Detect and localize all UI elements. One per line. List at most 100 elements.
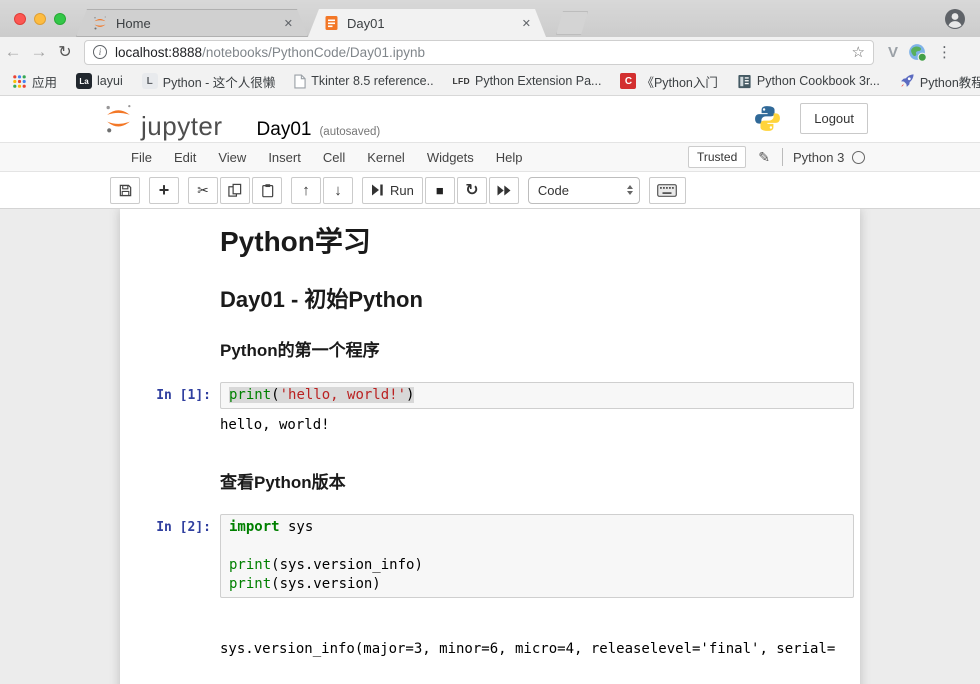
code-cell-1: In [1]: print('hello, world!') — [120, 382, 860, 409]
restart-kernel-button[interactable]: ↻ — [457, 177, 487, 204]
tab-home-close-icon[interactable]: ✕ — [281, 15, 296, 32]
book-icon — [737, 74, 752, 89]
page-icon — [294, 74, 306, 89]
menu-kernel[interactable]: Kernel — [356, 150, 416, 165]
run-cell-button[interactable]: Run — [362, 177, 423, 204]
cell-1-output: hello, world! — [220, 416, 860, 435]
clipboard-icon — [260, 183, 275, 198]
code-editor-2[interactable]: import sys print(sys.version_info) print… — [220, 514, 854, 598]
cut-cell-button[interactable]: ✂ — [188, 177, 218, 204]
move-cell-down-button[interactable]: ↓ — [323, 177, 353, 204]
bookmark-layui[interactable]: La layui — [76, 73, 123, 89]
logout-button[interactable]: Logout — [800, 103, 868, 134]
chrome-menu-icon[interactable]: ⋮ — [937, 43, 952, 61]
kernel-name: Python 3 — [793, 150, 844, 165]
notebook-toolbar: + ✂ ↑ ↓ Run ■ ↻ — [0, 172, 980, 209]
copy-cell-button[interactable] — [220, 177, 250, 204]
trusted-button[interactable]: Trusted — [688, 146, 746, 168]
extension-v-icon[interactable]: V — [888, 44, 898, 61]
bookmark-python-tutorial[interactable]: Python教程 — [899, 72, 980, 91]
menu-insert[interactable]: Insert — [257, 150, 312, 165]
tab-day01-label: Day01 — [347, 16, 519, 31]
markdown-heading-2: Day01 - 初始Python — [220, 282, 860, 314]
new-tab-button[interactable] — [556, 11, 588, 35]
bookmark-python-extension[interactable]: LFD Python Extension Pa... — [453, 74, 602, 88]
restart-run-all-button[interactable] — [489, 177, 519, 204]
command-palette-button[interactable] — [649, 177, 686, 204]
floppy-icon — [118, 183, 133, 198]
code-editor-1[interactable]: print('hello, world!') — [220, 382, 854, 409]
paste-cell-button[interactable] — [252, 177, 282, 204]
restart-icon: ↻ — [465, 180, 478, 200]
edit-mode-pencil-icon: ✎ — [758, 149, 770, 166]
jupyter-favicon — [92, 15, 108, 31]
input-prompt-2: In [2]: — [120, 514, 220, 598]
tab-day01-close-icon[interactable]: ✕ — [519, 15, 534, 32]
jupyter-header: jupyter Day01 (autosaved) Logout — [0, 96, 980, 142]
jupyter-brand-text[interactable]: jupyter — [141, 111, 223, 142]
minimize-window-button[interactable] — [34, 13, 46, 25]
menu-file[interactable]: File — [120, 150, 163, 165]
reload-icon[interactable]: ↻ — [52, 42, 78, 62]
profile-avatar-icon[interactable] — [944, 8, 966, 30]
notebook-title[interactable]: Day01 — [257, 119, 312, 141]
cell-2-output: sys.version_info(major=3, minor=6, micro… — [220, 603, 860, 684]
bookmarks-bar: 应用 La layui L Python - 这个人很懒 Tkinter 8.5… — [0, 67, 980, 96]
notebook-scroll-area[interactable]: Python学习 Day01 - 初始Python Python的第一个程序 I… — [0, 209, 980, 684]
address-bar[interactable]: i localhost:8888/notebooks/PythonCode/Da… — [84, 40, 874, 65]
extension-globe-icon[interactable] — [908, 43, 927, 62]
save-button[interactable] — [110, 177, 140, 204]
forward-icon[interactable]: → — [26, 42, 52, 62]
step-forward-icon — [371, 184, 384, 196]
copy-icon — [227, 183, 243, 198]
markdown-heading-3: Python的第一个程序 — [220, 336, 860, 361]
notebook-favicon — [324, 15, 339, 31]
bookmark-star-icon[interactable]: ☆ — [852, 43, 865, 61]
page-info-icon[interactable]: i — [93, 45, 107, 59]
menu-help[interactable]: Help — [485, 150, 534, 165]
insert-cell-button[interactable]: + — [149, 177, 179, 204]
close-window-button[interactable] — [14, 13, 26, 25]
layui-badge-icon: La — [76, 73, 92, 89]
tab-day01[interactable]: Day01 ✕ — [308, 9, 546, 37]
markdown-heading-4: 查看Python版本 — [220, 468, 860, 493]
notebook-menubar: File Edit View Insert Cell Kernel Widget… — [0, 142, 980, 172]
cell-type-select[interactable]: Code — [528, 177, 640, 204]
jupyter-logo-icon[interactable] — [102, 102, 135, 135]
notebook-page: Python学习 Day01 - 初始Python Python的第一个程序 I… — [120, 209, 860, 684]
bookmark-apps[interactable]: 应用 — [12, 72, 57, 91]
plus-icon: + — [159, 181, 170, 199]
code-cell-2: In [2]: import sys print(sys.version_inf… — [120, 514, 860, 598]
lfd-badge-icon: LFD — [453, 76, 470, 86]
bookmark-python-blog[interactable]: L Python - 这个人很懒 — [142, 72, 276, 91]
menu-cell[interactable]: Cell — [312, 150, 356, 165]
zoom-window-button[interactable] — [54, 13, 66, 25]
autosave-status: (autosaved) — [319, 126, 380, 138]
menu-view[interactable]: View — [207, 150, 257, 165]
apps-grid-icon — [12, 74, 27, 89]
menu-edit[interactable]: Edit — [163, 150, 207, 165]
letter-l-badge-icon: L — [142, 73, 158, 89]
python-logo-icon — [753, 104, 782, 133]
input-prompt-1: In [1]: — [120, 382, 220, 409]
arrow-up-icon: ↑ — [302, 182, 310, 199]
stop-icon: ■ — [436, 184, 444, 197]
tab-home[interactable]: Home ✕ — [76, 9, 308, 37]
bookmark-cookbook[interactable]: Python Cookbook 3r... — [737, 74, 880, 89]
arrow-down-icon: ↓ — [334, 182, 342, 199]
move-cell-up-button[interactable]: ↑ — [291, 177, 321, 204]
kernel-idle-indicator — [852, 151, 865, 164]
interrupt-kernel-button[interactable]: ■ — [425, 177, 455, 204]
c-badge-icon: C — [620, 73, 636, 89]
bookmark-python-intro[interactable]: C 《Python入门 — [620, 72, 717, 91]
url-host: localhost:8888 — [115, 45, 202, 60]
tab-home-label: Home — [116, 16, 281, 31]
back-icon[interactable]: ← — [0, 42, 26, 62]
browser-toolbar: ← → ↻ i localhost:8888/notebooks/PythonC… — [0, 37, 980, 67]
fast-forward-icon — [497, 185, 511, 196]
menu-widgets[interactable]: Widgets — [416, 150, 485, 165]
bookmark-tkinter[interactable]: Tkinter 8.5 reference.. — [294, 74, 433, 89]
rocket-icon — [899, 73, 915, 89]
scissors-icon: ✂ — [197, 182, 209, 199]
divider — [782, 148, 783, 166]
